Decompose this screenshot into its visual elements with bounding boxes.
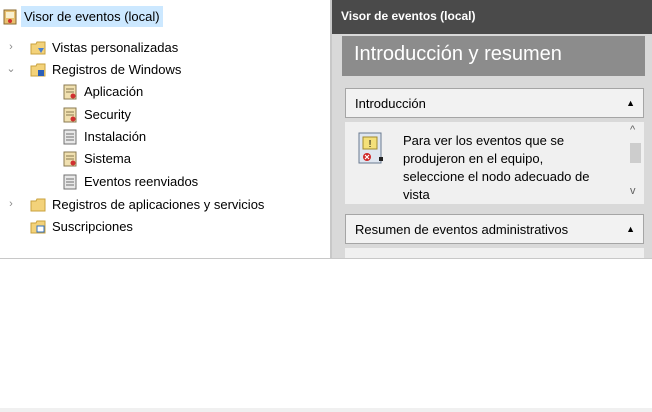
console-tree: Visor de eventos (local) › Vistas person… [0,0,330,258]
scroll-down-icon[interactable]: v [630,185,636,197]
event-viewer-icon [3,9,17,24]
overview-banner: Introducción y resumen [342,36,645,76]
tree-item-forwarded-events[interactable]: Eventos reenviados [62,171,198,192]
bottom-border [0,408,652,412]
scroll-up-icon[interactable]: ^ [630,124,635,136]
tree-item-windows-logs[interactable]: ⌄ Registros de Windows [4,59,181,80]
tree-item-event-viewer-local[interactable]: Visor de eventos (local) [2,6,163,27]
tree-item-label: Registros de aplicaciones y servicios [52,197,265,212]
windows-logs-folder-icon [30,63,46,76]
tree-item-label: Instalación [84,129,147,144]
section-admin-summary-body [345,248,644,258]
svg-text:!: ! [369,139,372,150]
pane-title-bar: Visor de eventos (local) [332,0,652,34]
log-icon [63,107,77,122]
tree-item-security[interactable]: Security [62,104,131,125]
tree-item-system[interactable]: Sistema [62,148,131,169]
chevron-down-icon[interactable]: ⌄ [4,59,18,80]
tree-item-label: Vistas personalizadas [52,40,179,55]
section-admin-summary-header[interactable]: Resumen de eventos administrativos ▲ [345,214,644,244]
intro-scrollbar[interactable]: ^ v [627,122,644,204]
pane-title: Visor de eventos (local) [341,9,476,23]
empty-area [0,259,652,412]
intro-text: Para ver los eventos que se produjeron e… [403,133,590,202]
chevron-right-icon[interactable]: › [4,37,18,58]
section-introduction-header[interactable]: Introducción ▲ [345,88,644,118]
chevron-right-icon[interactable]: › [4,194,18,215]
tree-item-label: Visor de eventos (local) [21,6,163,27]
tree-item-application[interactable]: Aplicación [62,81,143,102]
tree-item-setup[interactable]: Instalación [62,126,146,147]
log-icon [63,84,77,99]
custom-views-folder-icon [30,41,46,54]
log-icon [63,151,77,166]
log-plain-icon [63,174,77,189]
tree-item-label: Registros de Windows [52,62,182,77]
tree-item-app-service-logs[interactable]: › Registros de aplicaciones y servicios [4,194,264,215]
tree-item-label: Sistema [84,151,131,166]
scroll-thumb[interactable] [630,143,641,163]
tree-item-label: Eventos reenviados [84,174,199,189]
section-title: Introducción [355,96,426,111]
details-pane: Visor de eventos (local) Introducción y … [332,0,652,258]
folder-icon [30,198,46,211]
tree-item-label: Security [84,107,131,122]
section-title: Resumen de eventos administrativos [355,222,569,237]
tree-item-label: Suscripciones [52,219,133,234]
collapse-icon[interactable]: ▲ [626,224,635,234]
section-introduction-body: ! Para ver los eventos que se produjeron… [345,122,644,204]
overview-heading: Introducción y resumen [354,43,562,65]
tree-item-subscriptions[interactable]: Suscripciones [30,216,133,237]
log-plain-icon [63,129,77,144]
collapse-icon[interactable]: ▲ [626,98,635,108]
tree-item-custom-views[interactable]: › Vistas personalizadas [4,37,178,58]
event-log-document-icon: ! [358,132,383,164]
tree-item-label: Aplicación [84,84,144,99]
subscriptions-icon [30,220,46,233]
